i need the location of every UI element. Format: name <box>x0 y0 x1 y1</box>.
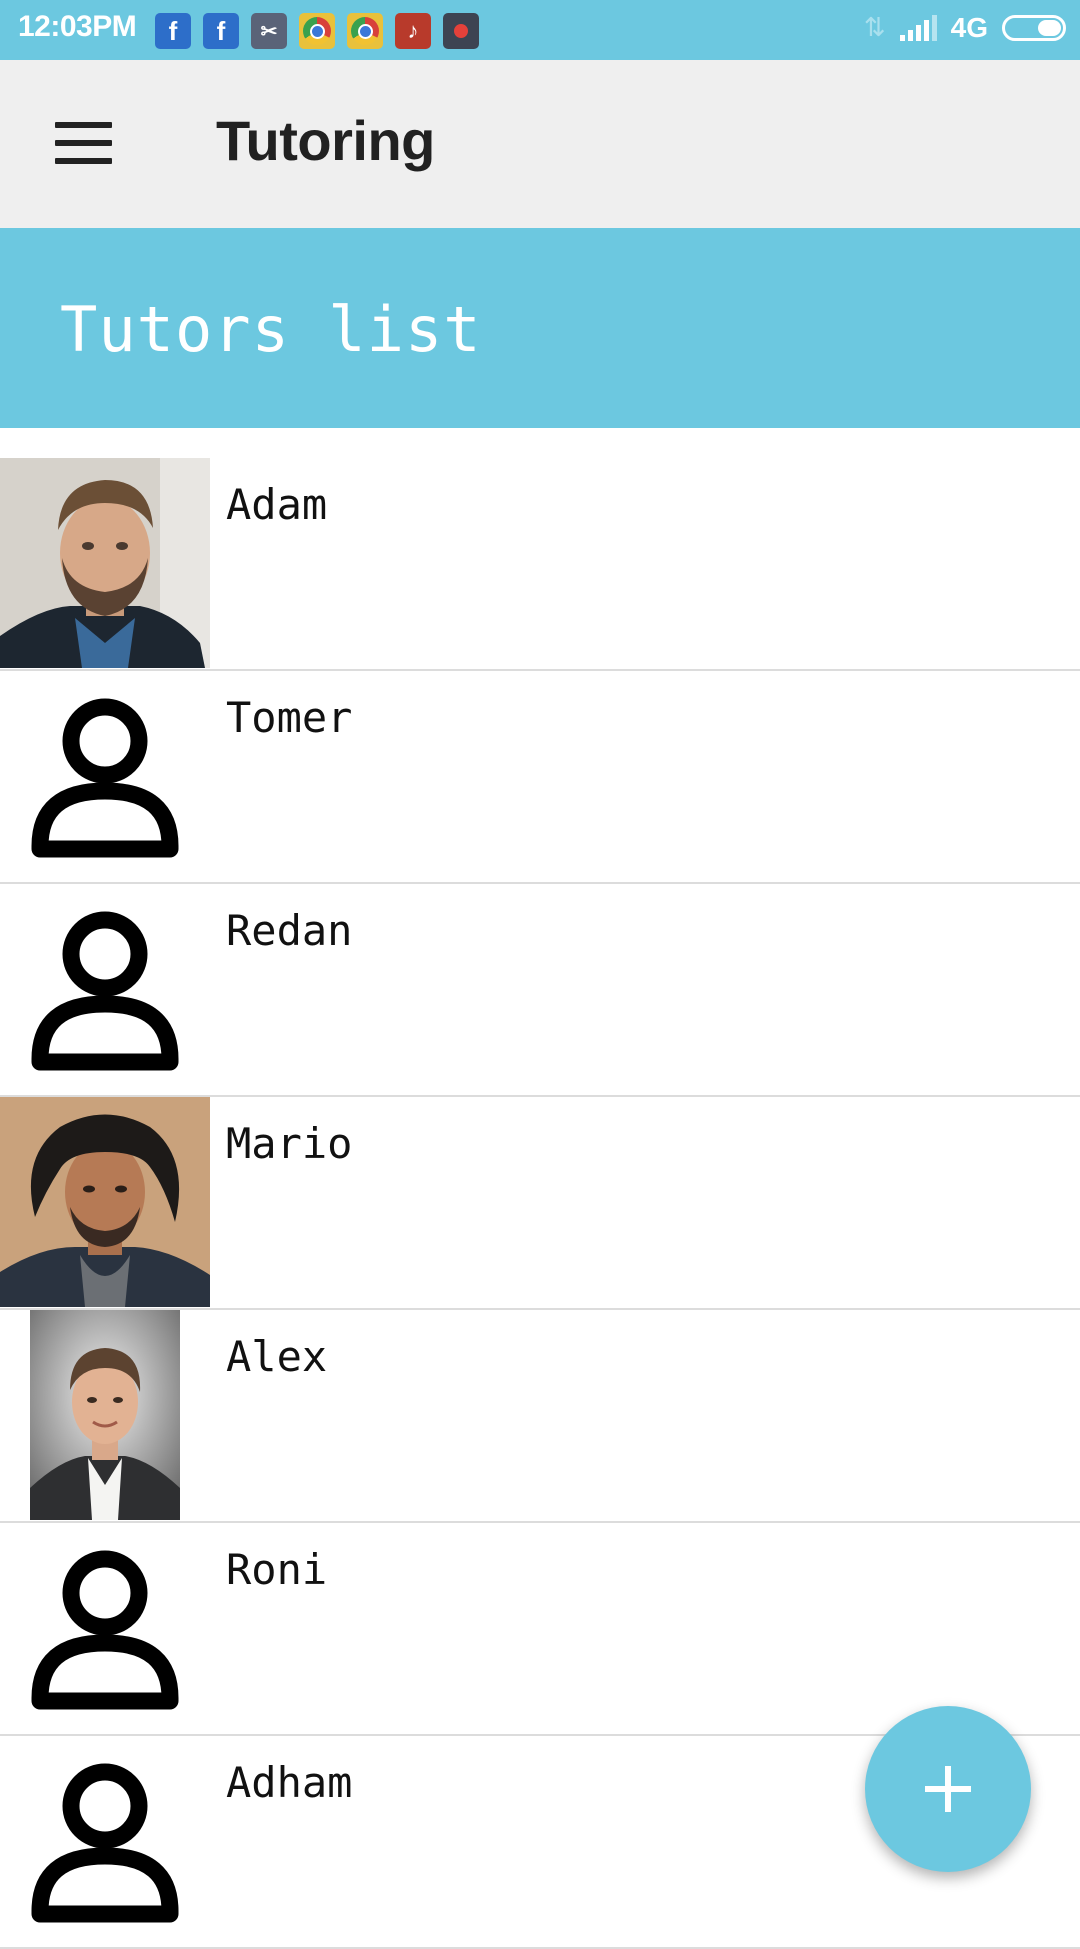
facebook-icon: f <box>155 13 191 49</box>
tutor-photo <box>0 458 210 668</box>
chrome-icon <box>347 13 383 49</box>
tutor-list-item[interactable]: Tomer <box>0 671 1080 884</box>
tutor-name: Redan <box>226 906 353 955</box>
default-person-icon <box>0 1523 210 1733</box>
status-bar: 12:03PM f f ✂ ♪ ⇅ 4G <box>0 0 1080 60</box>
tutor-name: Adham <box>226 1758 353 1807</box>
screen-record-icon <box>443 13 479 49</box>
tutor-name: Alex <box>226 1332 328 1381</box>
screenshot-cut-icon: ✂ <box>251 13 287 49</box>
tutor-list-item[interactable]: Alex <box>0 1310 1080 1523</box>
tutor-photo <box>0 1310 210 1520</box>
app-title: Tutoring <box>216 109 435 172</box>
list-header-banner: Tutors list <box>0 228 1080 428</box>
chrome-icon <box>299 13 335 49</box>
default-person-icon <box>0 1736 210 1946</box>
status-time: 12:03PM <box>18 10 137 43</box>
notification-icons: f f ✂ ♪ <box>155 13 479 49</box>
menu-button[interactable] <box>40 116 126 176</box>
data-transfer-icon: ⇅ <box>863 13 886 43</box>
tutor-name: Mario <box>226 1119 353 1168</box>
tiktok-icon: ♪ <box>395 13 431 49</box>
tutor-list-item[interactable]: Mario <box>0 1097 1080 1310</box>
tutor-list-item[interactable]: Adam <box>0 458 1080 671</box>
add-tutor-button[interactable] <box>865 1706 1031 1872</box>
list-header-title: Tutors list <box>60 293 482 366</box>
tutor-name: Roni <box>226 1545 328 1594</box>
tutor-list-item[interactable]: Roni <box>0 1523 1080 1736</box>
network-type: 4G <box>950 12 988 43</box>
battery-icon <box>1002 15 1066 41</box>
battery-level <box>1037 20 1061 36</box>
tutor-name: Tomer <box>226 693 353 742</box>
app-bar: Tutoring <box>0 60 1080 228</box>
status-indicators: ⇅ 4G <box>864 12 1066 44</box>
default-person-icon <box>0 884 210 1094</box>
default-person-icon <box>0 671 210 881</box>
tutor-name: Adam <box>226 480 328 529</box>
signal-strength-icon <box>899 15 937 41</box>
tutor-photo <box>0 1097 210 1307</box>
tutor-list-item[interactable]: Redan <box>0 884 1080 1097</box>
facebook-icon: f <box>203 13 239 49</box>
